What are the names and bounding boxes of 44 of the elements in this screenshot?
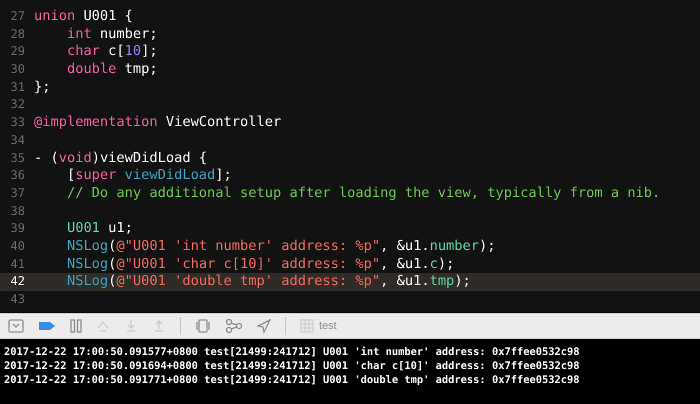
line-number: 27 (10, 8, 26, 25)
console-line: 2017-12-22 17:00:50.091694+0800 test[21499:241712] U001 'char c[10]' address: 0x7ffee0532c98 (4, 359, 581, 373)
hide-panel-icon[interactable] (8, 319, 24, 333)
code-line: union U001 { (34, 8, 133, 26)
code-line: U001 u1; (66, 220, 133, 238)
view-debugger-icon[interactable] (195, 319, 211, 333)
line-number: 42 (10, 273, 26, 290)
code-line: NSLog(@"U001 'char c[10]' address: %p", &u1.c); (66, 256, 454, 274)
line-number: 39 (10, 220, 26, 238)
line-number: 38 (10, 202, 26, 220)
console-line: 2017-12-22 17:00:50.091771+0800 test[21499:241712] U001 'double tmp' address: 0x7ffee0532c98 (4, 373, 581, 387)
line-number: 32 (10, 96, 26, 114)
code-line: double tmp; (66, 61, 158, 79)
code-line: [super viewDidLoad]; (66, 167, 232, 185)
code-line: NSLog(@"U001 'int number' address: %p", &u1.number); (66, 238, 496, 256)
code-line: char c[10]; (66, 43, 158, 62)
line-number: 36 (10, 167, 26, 184)
step-into-icon[interactable] (124, 319, 138, 333)
grid-icon (300, 319, 314, 333)
pause-icon[interactable] (70, 319, 82, 333)
code-line: NSLog(@"U001 'double tmp' address: %p", &u1.tmp); (66, 273, 471, 291)
line-number: 28 (10, 26, 26, 43)
line-number: 41 (10, 256, 26, 273)
step-over-icon[interactable] (96, 319, 110, 333)
memory-graph-icon[interactable] (225, 319, 243, 333)
code-line: // Do any additional setup after loading the view, typically from a nib. (66, 184, 660, 203)
line-number: 43 (10, 291, 26, 308)
line-number: 34 (10, 132, 26, 149)
line-number: 40 (10, 238, 26, 255)
line-number: 35 (10, 150, 26, 166)
breakpoint-icon[interactable] (38, 321, 56, 331)
line-number: 33 (10, 114, 26, 132)
line-number: 29 (10, 43, 26, 60)
line-number: 31 (10, 78, 26, 96)
target-label[interactable]: test (319, 318, 337, 334)
console-line: 2017-12-22 17:00:50.091577+0800 test[21499:241712] U001 'int number' address: 0x7ffee0532c98 (4, 345, 581, 359)
code-line: int number; (66, 26, 158, 44)
step-out-icon[interactable] (152, 319, 166, 333)
line-number: 30 (10, 61, 26, 78)
code-line: @implementation ViewController (34, 114, 282, 132)
location-arrow-icon[interactable] (257, 319, 271, 333)
code-line: - (void)viewDidLoad { (34, 150, 208, 168)
line-number: 37 (10, 184, 26, 202)
code-line: }; (34, 78, 50, 96)
